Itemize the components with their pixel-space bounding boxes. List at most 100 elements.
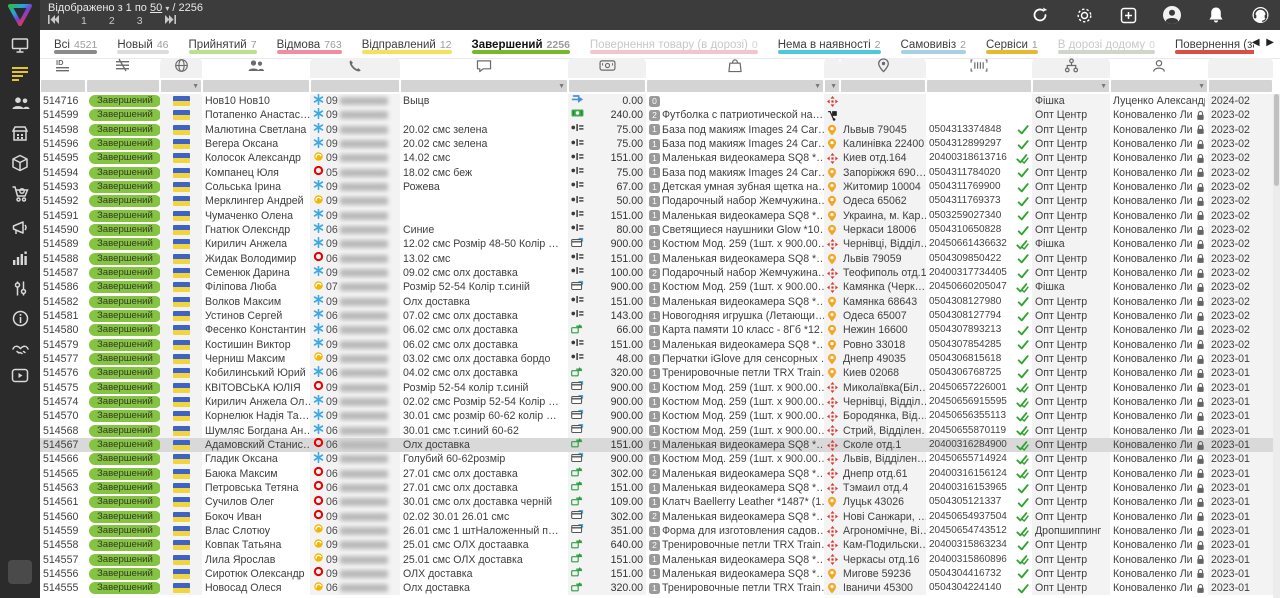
order-row-514568[interactable]: 514568ЗавершенийШумляс Богдана Ан…0630.0… [40,424,1280,438]
page-1[interactable]: 1 [81,15,87,27]
scrollbar-thumb[interactable] [1274,94,1279,186]
order-row-514557[interactable]: 514557ЗавершенийЛила Ярослав0925.01 смс … [40,553,1280,567]
filter-products[interactable]: ▼ [647,80,823,92]
first-page-icon[interactable] [48,15,59,27]
sidebar-item-partners[interactable] [0,335,40,361]
order-row-514588[interactable]: 514588ЗавершенийЖидак Володимир0613.02 с… [40,252,1280,266]
last-page-icon[interactable] [165,15,176,27]
sidebar-item-marketing[interactable] [0,215,40,241]
order-row-514716[interactable]: 514716ЗавершенийНов10 Нов1009Выцв0.000Фі… [40,94,1280,108]
filter-country[interactable]: ▼ [161,80,201,92]
order-row-514555[interactable]: 514555ЗавершенийНовосад Олеся06Олх доста… [40,581,1280,595]
order-row-514567[interactable]: 514567ЗавершенийАдамовский Станис…06Олх … [40,438,1280,452]
column-header-id[interactable]: ID [40,58,86,78]
order-row-514570[interactable]: 514570ЗавершенийКорнелюк Надія Та…0930.0… [40,409,1280,423]
column-header-status[interactable] [86,58,160,78]
order-row-514593[interactable]: 514593ЗавершенийСольська Ірина09Рожева67… [40,180,1280,194]
tab-завершений[interactable]: Завершений2256 [472,30,570,58]
filter-delivery-type[interactable]: ▼ [825,80,839,92]
column-header-client[interactable] [202,58,310,78]
sidebar-item-orders[interactable] [0,60,40,86]
filter-comment[interactable]: ▼ [401,80,567,92]
tab-новый[interactable]: Новый46 [117,30,168,58]
order-row-514558[interactable]: 514558ЗавершенийКовпак Татьяна0925.01 см… [40,538,1280,552]
tab-в-дорозі-додому[interactable]: В дорозі додому0 [1058,30,1155,58]
order-row-514596[interactable]: 514596ЗавершенийВегера Оксана0920.02 смс… [40,137,1280,151]
order-row-514577[interactable]: 514577ЗавершенийЧерниш Максим0903.02 смс… [40,352,1280,366]
tab-відправлений[interactable]: Відправлений12 [362,30,452,58]
order-row-514587[interactable]: 514587ЗавершенийСеменюк Дарина0909.02 см… [40,266,1280,280]
vertical-scrollbar[interactable] [1273,94,1280,598]
order-row-514598[interactable]: 514598ЗавершенийМалютина Светлана0920.02… [40,123,1280,137]
order-row-514563[interactable]: 514563ЗавершенийПетровська Тетяна0627.01… [40,481,1280,495]
column-header-address[interactable] [840,58,926,78]
order-row-514565[interactable]: 514565ЗавершенийБаюка Максим0627.01 смс … [40,467,1280,481]
tab-нема-в-наявності[interactable]: Нема в наявності2 [778,30,881,58]
column-header-manager[interactable] [1110,58,1208,78]
column-header-date[interactable] [1208,58,1273,78]
filter-status[interactable] [87,80,159,92]
sidebar-item-products[interactable] [0,150,40,176]
filter-ttn[interactable] [927,80,1031,92]
filter-phone[interactable] [311,80,399,92]
settings-icon[interactable] [1072,3,1096,27]
tab-прийнятий[interactable]: Прийнятий7 [189,30,257,58]
filter-manager[interactable]: ▼ [1111,80,1207,92]
tab-повернення-(завершений)[interactable]: Повернення (завершений)125 [1175,30,1254,58]
tab-відмова[interactable]: Відмова763 [277,30,342,58]
add-order-icon[interactable] [1116,3,1140,27]
column-header-country[interactable] [160,58,202,78]
filter-payment[interactable] [569,80,645,92]
sidebar-item-statistics[interactable] [0,245,40,271]
sidebar-item-clients[interactable] [0,90,40,116]
tab-сервіси[interactable]: Сервіси1 [986,30,1038,58]
order-row-514594[interactable]: 514594ЗавершенийКомпанец Юля0518.02 смс … [40,166,1280,180]
refresh-icon[interactable] [1028,3,1052,27]
column-header-comment[interactable] [400,58,568,78]
column-header-products[interactable] [646,58,824,78]
order-row-514574[interactable]: 514574ЗавершенийКирилич Анжела Ол…0902.0… [40,395,1280,409]
order-row-514580[interactable]: 514580ЗавершенийФесенко Константин0606.0… [40,323,1280,337]
order-row-514566[interactable]: 514566ЗавершенийГладик Оксана09Голубий 6… [40,452,1280,466]
order-row-514581[interactable]: 514581ЗавершенийУстинов Сергей0607.02 см… [40,309,1280,323]
order-row-514586[interactable]: 514586ЗавершенийФіліпова Люба07Розмір 52… [40,280,1280,294]
page-size-dropdown[interactable]: 50 [150,2,162,14]
tabs-scroll-arrows[interactable]: ◀ ▶ [1252,37,1276,48]
order-row-514595[interactable]: 514595ЗавершенийКолосок Александр0914.02… [40,151,1280,165]
order-row-514575[interactable]: 514575ЗавершенийКВІТОВСЬКА ЮЛІЯ09Розмір … [40,381,1280,395]
order-row-514579[interactable]: 514579ЗавершенийКостишин Виктор0906.02 с… [40,338,1280,352]
order-row-514582[interactable]: 514582ЗавершенийВолков Максим09Олх доста… [40,295,1280,309]
page-3[interactable]: 3 [137,15,143,27]
column-header-ttn[interactable] [926,58,1032,78]
filter-client[interactable] [203,80,309,92]
order-row-514556[interactable]: 514556ЗавершенийСиротюк Олександр09ОЛХ д… [40,567,1280,581]
order-row-514591[interactable]: 514591ЗавершенийЧумаченко Олена09151.001… [40,209,1280,223]
sidebar-item-settings[interactable] [0,275,40,301]
order-row-514576[interactable]: 514576ЗавершенийКобилинський Юрий0604.02… [40,366,1280,380]
column-header-delivery-type[interactable] [824,58,840,78]
column-header-phone[interactable] [310,58,400,78]
tab-повернення-товару-(в-дорозі)[interactable]: Повернення товару (в дорозі)0 [590,30,758,58]
notifications-icon[interactable] [1204,3,1228,27]
tab-всі[interactable]: Всі4521 [54,30,97,58]
order-row-514589[interactable]: 514589ЗавершенийКирилич Анжела0912.02 см… [40,237,1280,251]
profile-icon[interactable] [1160,3,1184,27]
column-header-payment[interactable] [568,58,646,78]
sidebar-item-marketplace[interactable] [0,120,40,146]
filter-id[interactable] [41,80,85,92]
column-header-source[interactable] [1032,58,1110,78]
filter-address[interactable] [841,80,925,92]
sidebar-item-purchases[interactable] [0,180,40,206]
order-row-514560[interactable]: 514560ЗавершенийБокоч Иван0902.02 30.01 … [40,510,1280,524]
sidebar-item-info[interactable] [0,305,40,331]
order-row-514561[interactable]: 514561ЗавершенийСучилов Олег0630.01 смс … [40,495,1280,509]
support-icon[interactable] [1248,3,1272,27]
sidebar-item-dashboard[interactable] [0,32,40,58]
filter-date[interactable] [1209,80,1272,92]
order-row-514599[interactable]: 514599ЗавершенийПотапенко Анастас…09240.… [40,108,1280,122]
order-row-514559[interactable]: 514559ЗавершенийВлас Слотюу0626.01 смс 1… [40,524,1280,538]
tab-самовивіз[interactable]: Самовивіз2 [901,30,966,58]
app-logo-icon[interactable] [0,0,40,30]
page-2[interactable]: 2 [109,15,115,27]
filter-source[interactable]: ▼ [1033,80,1109,92]
